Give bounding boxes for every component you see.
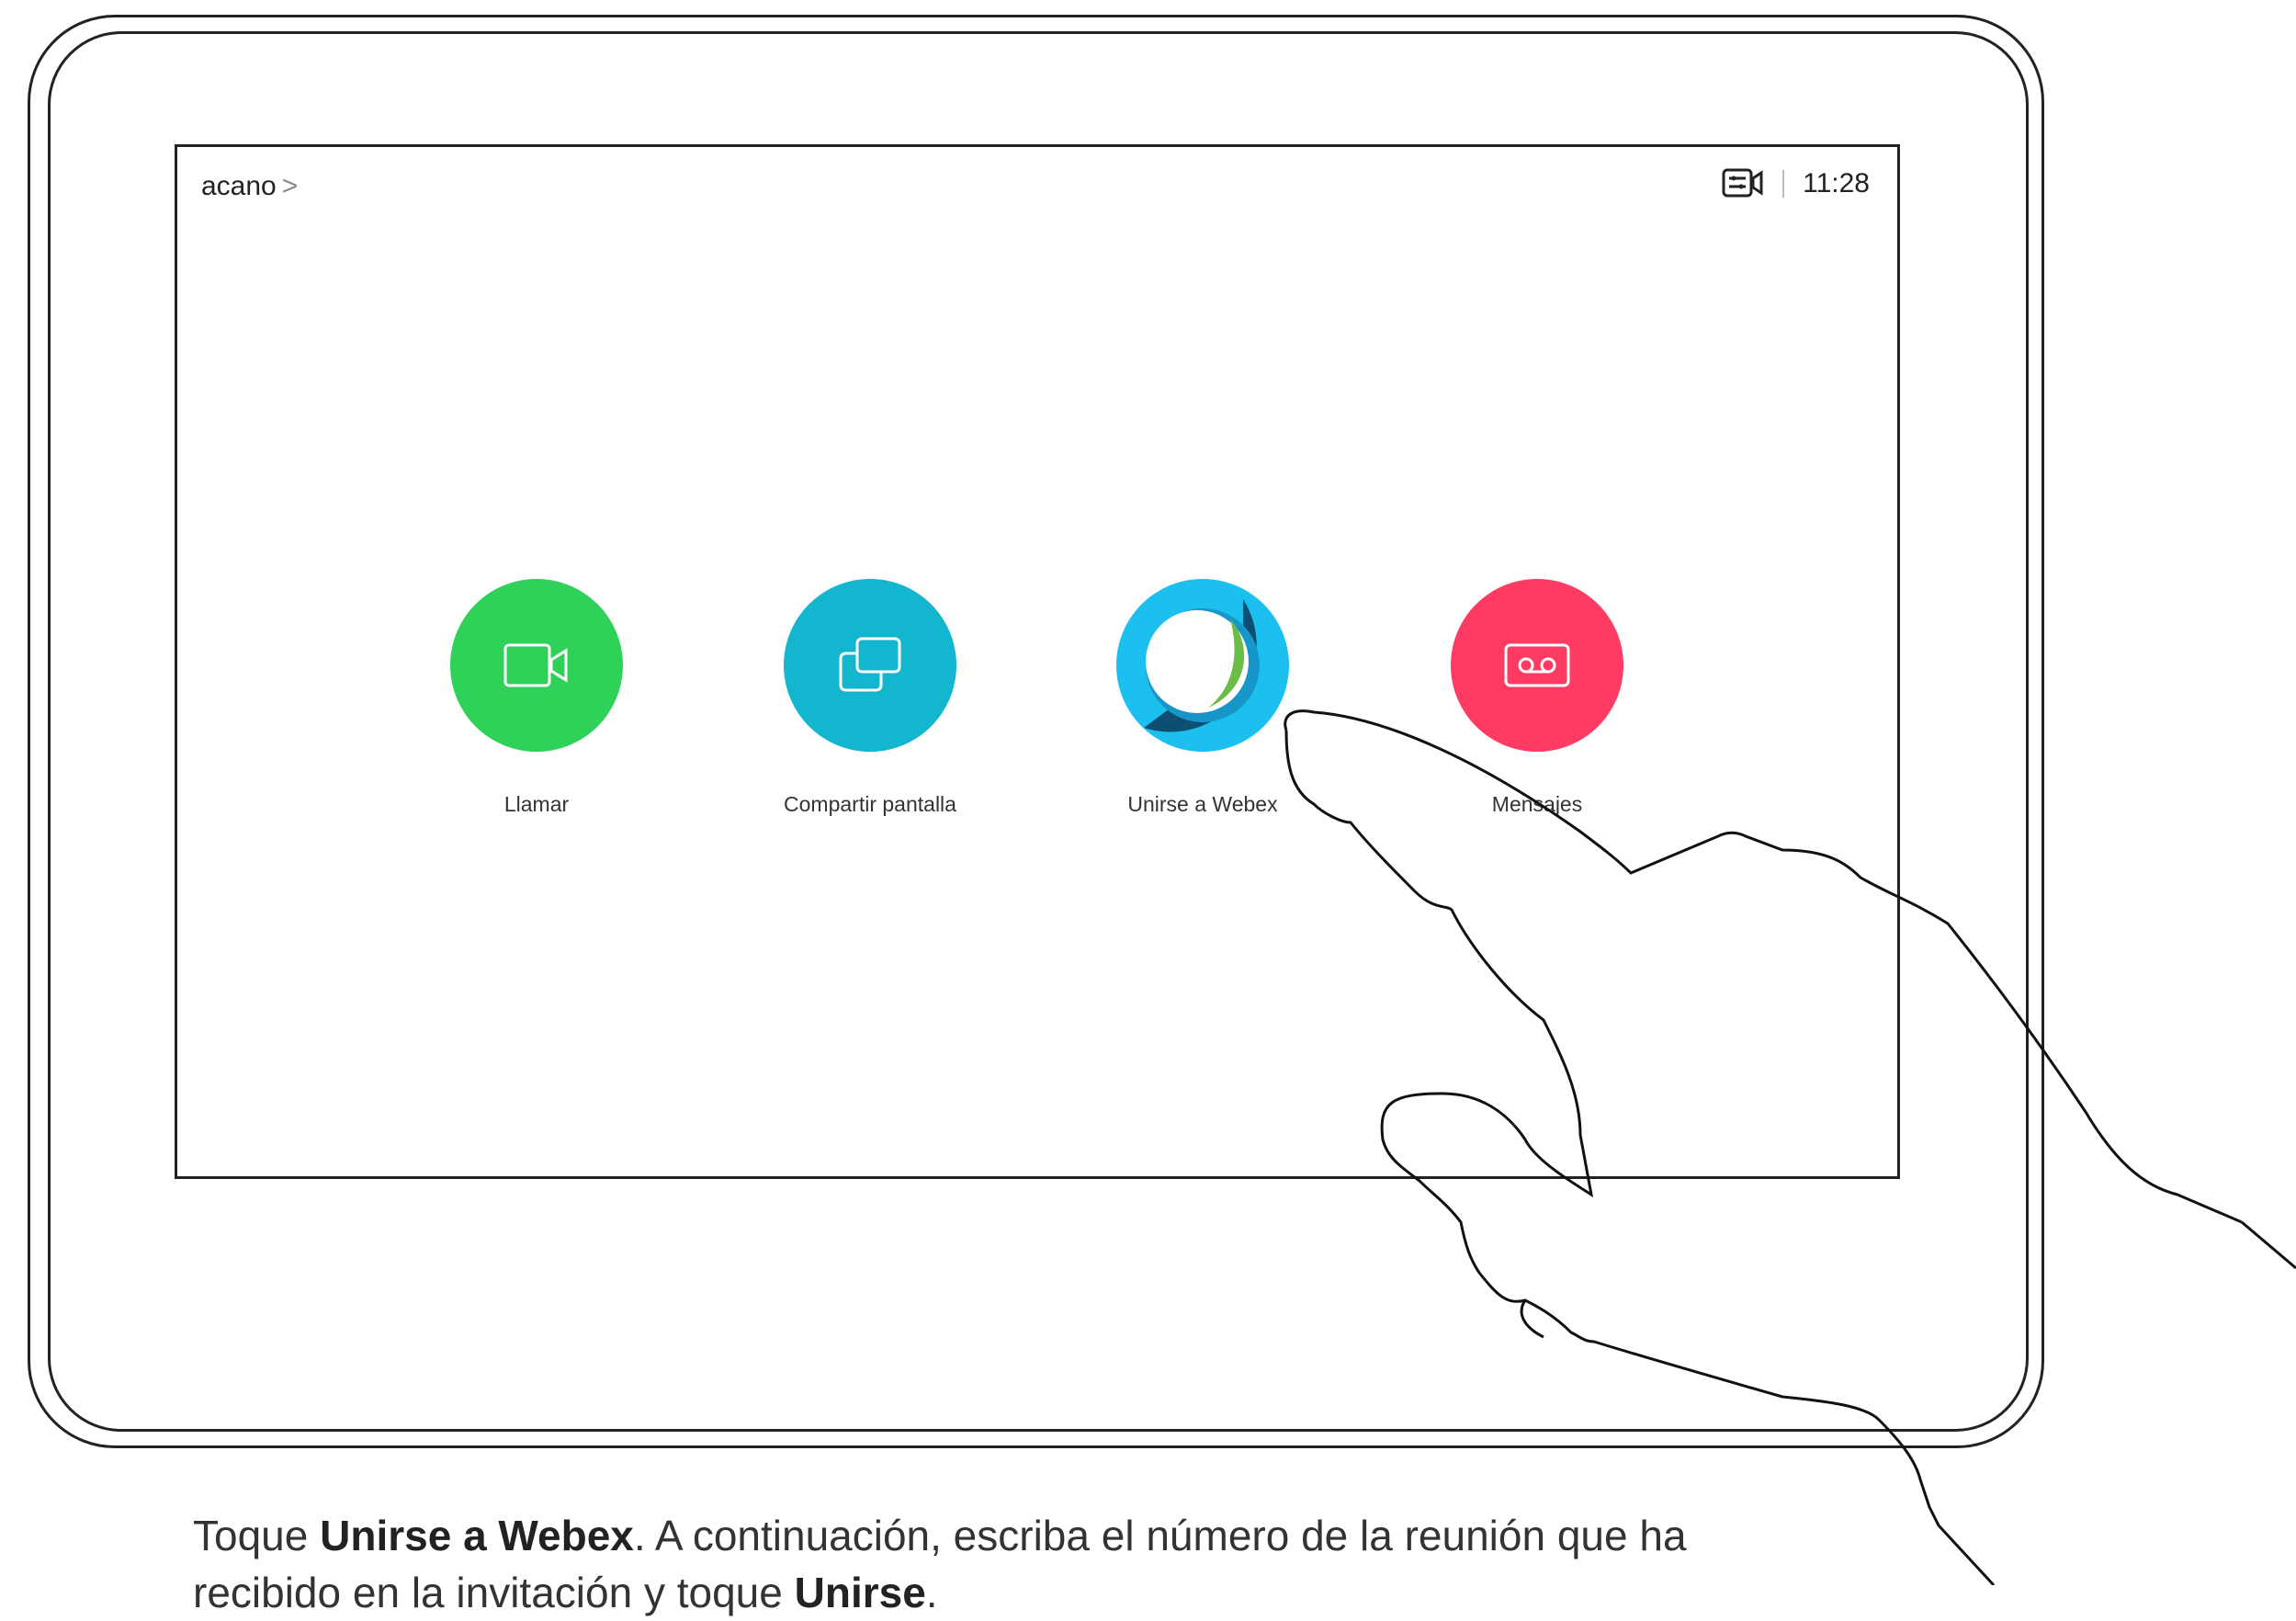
share-label: Compartir pantalla [784,792,956,816]
call-button[interactable]: Llamar [390,579,684,817]
instruction-bold-join: Unirse [794,1569,926,1616]
status-divider [1782,170,1785,198]
join-webex-button[interactable]: Unirse a Webex [1056,579,1350,817]
home-actions: Llamar Compartir pantalla Unirse a Webex… [177,579,1897,816]
share-circle [784,579,956,752]
messages-label: Mensajes [1491,792,1583,816]
clock: 11:28 [1803,168,1870,198]
camera-settings-icon[interactable] [1722,167,1764,200]
webex-logo-icon [1116,579,1289,752]
instruction-bold-join-webex: Unirse a Webex [320,1512,634,1559]
instruction-text: Toque Unirse a Webex. A continuación, es… [193,1507,1755,1621]
share-screen-icon [839,637,901,692]
messages-circle [1451,579,1623,752]
voicemail-icon [1504,643,1570,687]
instruction-part-3: . [925,1569,938,1616]
share-screen-button[interactable]: Compartir pantalla [723,579,1017,817]
video-camera-icon [503,643,568,687]
room-name-button[interactable]: acano > [201,171,298,202]
call-circle [450,579,623,752]
webex-circle [1116,579,1289,752]
touch-screen: acano > 11:28 Llamar Compartir pantalla … [175,144,1900,1179]
instruction-part-1: Toque [193,1512,321,1559]
status-right: 11:28 [1722,167,1870,200]
call-label: Llamar [503,792,570,816]
chevron-right-icon: > [281,171,299,201]
room-name-label: acano [201,171,277,201]
webex-label: Unirse a Webex [1127,792,1278,816]
messages-button[interactable]: Mensajes [1390,579,1684,817]
status-bar: acano > 11:28 [177,147,1897,230]
